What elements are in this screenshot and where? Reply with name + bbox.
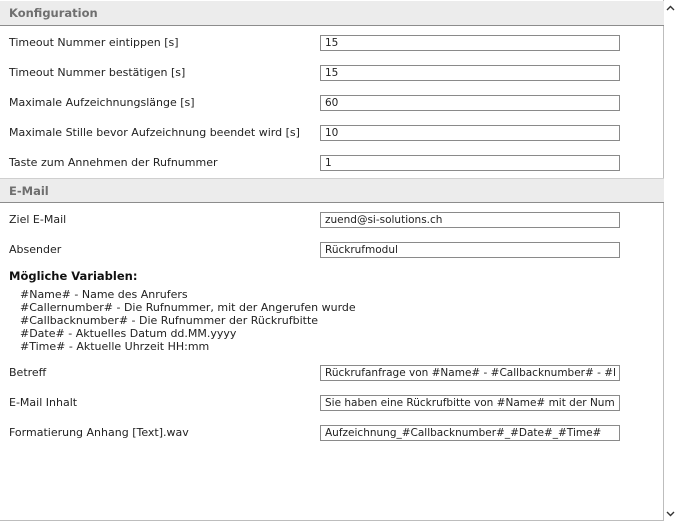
variable-item: #Time# - Aktuelle Uhrzeit HH:mm xyxy=(20,340,210,353)
variable-item: #Date# - Aktuelles Datum dd.MM.yyyy xyxy=(20,327,237,340)
label-timeout-eintippen: Timeout Nummer eintippen [s] xyxy=(9,36,179,49)
taste-annehmen-input[interactable] xyxy=(320,155,620,171)
timeout-bestaetigen-input[interactable] xyxy=(320,65,620,81)
vertical-scrollbar[interactable] xyxy=(664,0,676,523)
variable-item: #Callernumber# - Die Rufnummer, mit der … xyxy=(20,301,356,314)
label-max-aufzeichnungslaenge: Maximale Aufzeichnungslänge [s] xyxy=(9,96,195,109)
label-max-stille: Maximale Stille bevor Aufzeichnung beend… xyxy=(9,126,300,139)
variable-item: #Name# - Name des Anrufers xyxy=(20,288,188,301)
settings-panel: Konfiguration Timeout Nummer eintippen [… xyxy=(0,0,664,521)
label-timeout-bestaetigen: Timeout Nummer bestätigen [s] xyxy=(9,66,186,79)
label-email-inhalt: E-Mail Inhalt xyxy=(9,396,78,409)
label-absender: Absender xyxy=(9,243,62,256)
betreff-input[interactable] xyxy=(320,365,620,381)
label-ziel-email: Ziel E-Mail xyxy=(9,213,67,226)
label-formatierung-anhang: Formatierung Anhang [Text].wav xyxy=(9,426,189,439)
email-inhalt-input[interactable] xyxy=(320,395,620,411)
section-title-email: E-Mail xyxy=(9,184,49,198)
formatierung-anhang-input[interactable] xyxy=(320,425,620,441)
absender-input[interactable] xyxy=(320,242,620,258)
scroll-down-arrow-icon[interactable] xyxy=(664,507,676,521)
section-header-email: E-Mail xyxy=(0,178,664,203)
max-stille-input[interactable] xyxy=(320,125,620,141)
scroll-thumb[interactable] xyxy=(667,16,673,504)
label-betreff: Betreff xyxy=(9,366,47,379)
max-aufzeichnungslaenge-input[interactable] xyxy=(320,95,620,111)
ziel-email-input[interactable] xyxy=(320,212,620,228)
label-taste-annehmen: Taste zum Annehmen der Rufnummer xyxy=(9,156,218,169)
scroll-up-arrow-icon[interactable] xyxy=(664,1,676,15)
variables-title: Mögliche Variablen: xyxy=(9,269,138,283)
section-header-konfiguration: Konfiguration xyxy=(0,1,664,26)
variable-item: #Callbacknumber# - Die Rufnummer der Rüc… xyxy=(20,314,319,327)
timeout-eintippen-input[interactable] xyxy=(320,35,620,51)
section-title-konfiguration: Konfiguration xyxy=(9,6,98,20)
variables-list: #Name# - Name des Anrufers #Callernumber… xyxy=(20,288,356,353)
